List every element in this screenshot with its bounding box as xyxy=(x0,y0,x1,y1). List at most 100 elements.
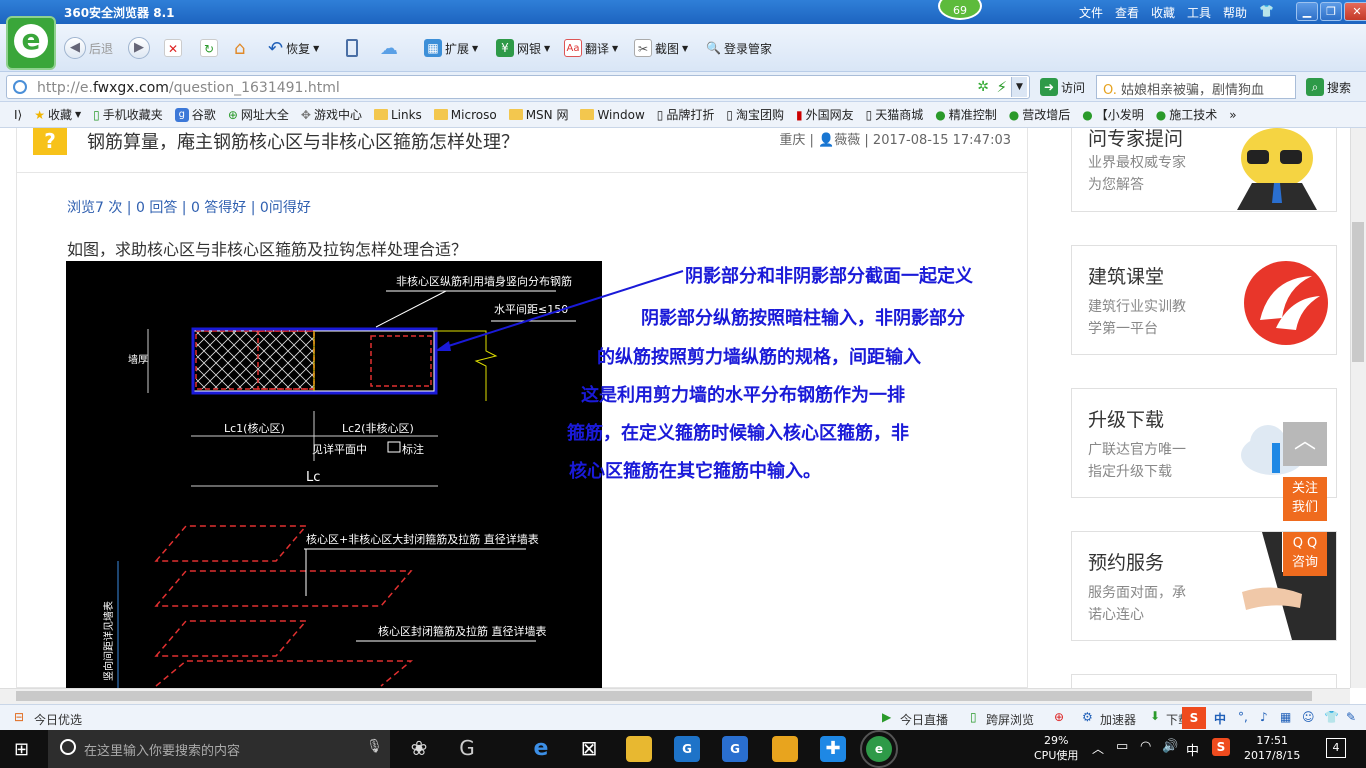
vertical-scrollbar[interactable] xyxy=(1350,128,1366,688)
speed-icon[interactable]: ✲ xyxy=(977,79,989,95)
glodon-2-icon[interactable]: G xyxy=(722,736,748,762)
app-spiral-icon[interactable]: G xyxy=(454,736,480,762)
accelerator[interactable]: 加速器 xyxy=(1100,711,1136,728)
horizontal-scroll-thumb[interactable] xyxy=(16,691,1312,701)
close-button[interactable]: ✕ xyxy=(1344,2,1366,21)
back-button[interactable]: ◀ 后退 xyxy=(64,36,113,60)
netbank-button[interactable]: ¥ 网银 ▼ xyxy=(496,36,550,60)
wrench-icon[interactable]: ✎ xyxy=(1346,710,1356,724)
bookmark-invention[interactable]: ● 【小发明 xyxy=(1082,106,1144,123)
keyboard-icon[interactable]: ▦ xyxy=(1280,710,1291,724)
windows-start-icon[interactable]: ⊞ xyxy=(14,739,29,760)
grid-icon: ▦ xyxy=(424,39,442,57)
chevron-up-icon[interactable]: ︿ xyxy=(1092,740,1104,757)
mic-icon[interactable]: ♪ xyxy=(1260,710,1268,724)
mobile-button[interactable] xyxy=(346,36,358,60)
bookmark-vat[interactable]: ● 营改增后 xyxy=(1009,106,1071,123)
menu-tools[interactable]: 工具 xyxy=(1187,4,1211,21)
meta-user[interactable]: 薇薇 xyxy=(834,133,860,148)
taskbar-search[interactable]: 在这里输入你要搜索的内容 🎙 xyxy=(48,730,390,768)
sogou-tray-icon[interactable]: S xyxy=(1212,738,1230,756)
refresh-button[interactable]: ↻ xyxy=(200,36,218,60)
edge-icon[interactable]: e xyxy=(528,736,554,762)
bookmark-mobile[interactable]: ▯ 手机收藏夹 xyxy=(93,106,163,123)
cpu-meter[interactable]: 29% CPU使用 xyxy=(1034,733,1078,763)
notification-center-icon[interactable]: 4 xyxy=(1326,738,1346,758)
restore-button[interactable]: ↶ 恢复 ▼ xyxy=(268,36,319,60)
minimize-button[interactable]: ▁ xyxy=(1296,2,1318,21)
plus-app-icon[interactable]: ✚ xyxy=(820,736,846,762)
maximize-button[interactable]: ❐ xyxy=(1320,2,1342,21)
home-button[interactable]: ⌂ xyxy=(234,36,245,60)
shirt-icon[interactable]: 👕 xyxy=(1324,710,1339,724)
menu-help[interactable]: 帮助 xyxy=(1223,4,1247,21)
bookmark-google[interactable]: g 谷歌 xyxy=(174,106,216,123)
vertical-scroll-thumb[interactable] xyxy=(1352,222,1364,362)
glodon-icon[interactable]: G xyxy=(674,736,700,762)
browser-360-icon[interactable]: e xyxy=(860,730,898,768)
bookmark-precise[interactable]: ● 精准控制 xyxy=(935,106,997,123)
translate-button[interactable]: Aa 翻译 ▼ xyxy=(564,36,618,60)
today-live[interactable]: 今日直播 xyxy=(900,711,948,728)
bookmark-sites[interactable]: ⊕ 网址大全 xyxy=(228,106,289,123)
bookmark-windows[interactable]: Window xyxy=(580,108,645,122)
address-bar[interactable]: http://e.fwxgx.com/question_1631491.html… xyxy=(6,75,1030,99)
forward-button[interactable]: ▶ xyxy=(128,36,150,60)
url-dropdown-icon[interactable]: ▼ xyxy=(1011,77,1027,97)
bookmark-foreign[interactable]: ▮ 外国网友 xyxy=(796,106,854,123)
search-engine-icon: O. xyxy=(1103,83,1117,98)
folder-icon xyxy=(373,109,388,120)
today-picks[interactable]: 今日优选 xyxy=(34,711,82,728)
cloud-button[interactable]: ☁ xyxy=(380,36,398,60)
bookmark-taobao[interactable]: ▯ 淘宝团购 xyxy=(726,106,784,123)
clock[interactable]: 17:51 2017/8/15 xyxy=(1244,733,1300,763)
notification-badge[interactable]: 69 xyxy=(938,0,982,20)
bookmark-tmall[interactable]: ▯ 天猫商城 xyxy=(866,106,924,123)
browser-logo[interactable]: e xyxy=(6,16,56,70)
bookmark-games[interactable]: ✥ 游戏中心 xyxy=(301,106,362,123)
back-to-top-button[interactable]: ︿ xyxy=(1283,422,1327,466)
task-view-icon[interactable]: ❀ xyxy=(406,736,432,762)
stop-button[interactable]: ✕ xyxy=(164,36,182,60)
bookmark-msn[interactable]: MSN 网 xyxy=(508,106,568,123)
file-explorer-icon[interactable] xyxy=(626,736,652,762)
lightning-icon[interactable]: ⚡ xyxy=(996,78,1007,96)
store-icon[interactable]: ⊠ xyxy=(576,736,602,762)
notes-icon[interactable] xyxy=(772,736,798,762)
menu-favorites[interactable]: 收藏 xyxy=(1151,4,1175,21)
bookmark-favorites[interactable]: ★ 收藏 ▼ xyxy=(34,106,81,123)
go-button[interactable]: ➜ 访问 xyxy=(1040,78,1085,96)
sidebar-toggle-icon[interactable]: I⟩ xyxy=(14,108,22,122)
url-text[interactable]: http://e.fwxgx.com/question_1631491.html xyxy=(37,80,340,96)
emoji-icon[interactable]: ☺ xyxy=(1302,710,1315,724)
volume-icon[interactable]: 🔊 xyxy=(1162,739,1178,754)
battery-icon[interactable]: ▭ xyxy=(1116,739,1128,754)
login-manager-button[interactable]: 🔍 登录管家 xyxy=(706,36,772,60)
screenshot-button[interactable]: ✂ 截图 ▼ xyxy=(634,36,688,60)
punctuation-icon[interactable]: °, xyxy=(1238,710,1248,724)
microphone-icon[interactable]: 🎙 xyxy=(366,739,383,754)
sogou-icon[interactable]: S xyxy=(1182,707,1206,729)
chat-icon: ● xyxy=(1082,107,1093,122)
menu-file[interactable]: 文件 xyxy=(1079,4,1103,21)
skin-icon[interactable]: 👕 xyxy=(1259,4,1274,21)
menu-view[interactable]: 查看 xyxy=(1115,4,1139,21)
extensions-button[interactable]: ▦ 扩展 ▼ xyxy=(424,36,478,60)
qq-consult-button[interactable]: Q Q 咨询 xyxy=(1283,532,1327,576)
cross-screen[interactable]: 跨屏浏览 xyxy=(986,711,1034,728)
ime-indicator[interactable]: 中 xyxy=(1186,740,1199,759)
bookmark-construction[interactable]: ● 施工技术 xyxy=(1156,106,1218,123)
bookmark-microsoft[interactable]: Microso xyxy=(433,108,497,122)
more-bookmarks-icon[interactable]: » xyxy=(1229,108,1236,122)
ime-chinese-icon[interactable]: 中 xyxy=(1214,710,1226,727)
service-desc1: 服务面对面，承 xyxy=(1088,585,1186,601)
bookmark-brand[interactable]: ▯ 品牌打折 xyxy=(657,106,715,123)
class-card[interactable]: 建筑课堂 建筑行业实训教 学第一平台 xyxy=(1071,245,1337,355)
bookmark-links[interactable]: Links xyxy=(373,108,422,122)
search-input[interactable]: O. 姑娘相亲被骗，剧情狗血 xyxy=(1096,75,1296,99)
expert-card[interactable]: 问专家提问 业界最权威专家 为您解答 xyxy=(1071,128,1337,212)
ad-block-icon[interactable]: ⊕ xyxy=(1054,710,1064,724)
wifi-icon[interactable]: ◠ xyxy=(1140,739,1151,754)
search-button[interactable]: ⌕ 搜索 xyxy=(1306,78,1351,96)
follow-us-button[interactable]: 关注 我们 xyxy=(1283,477,1327,521)
